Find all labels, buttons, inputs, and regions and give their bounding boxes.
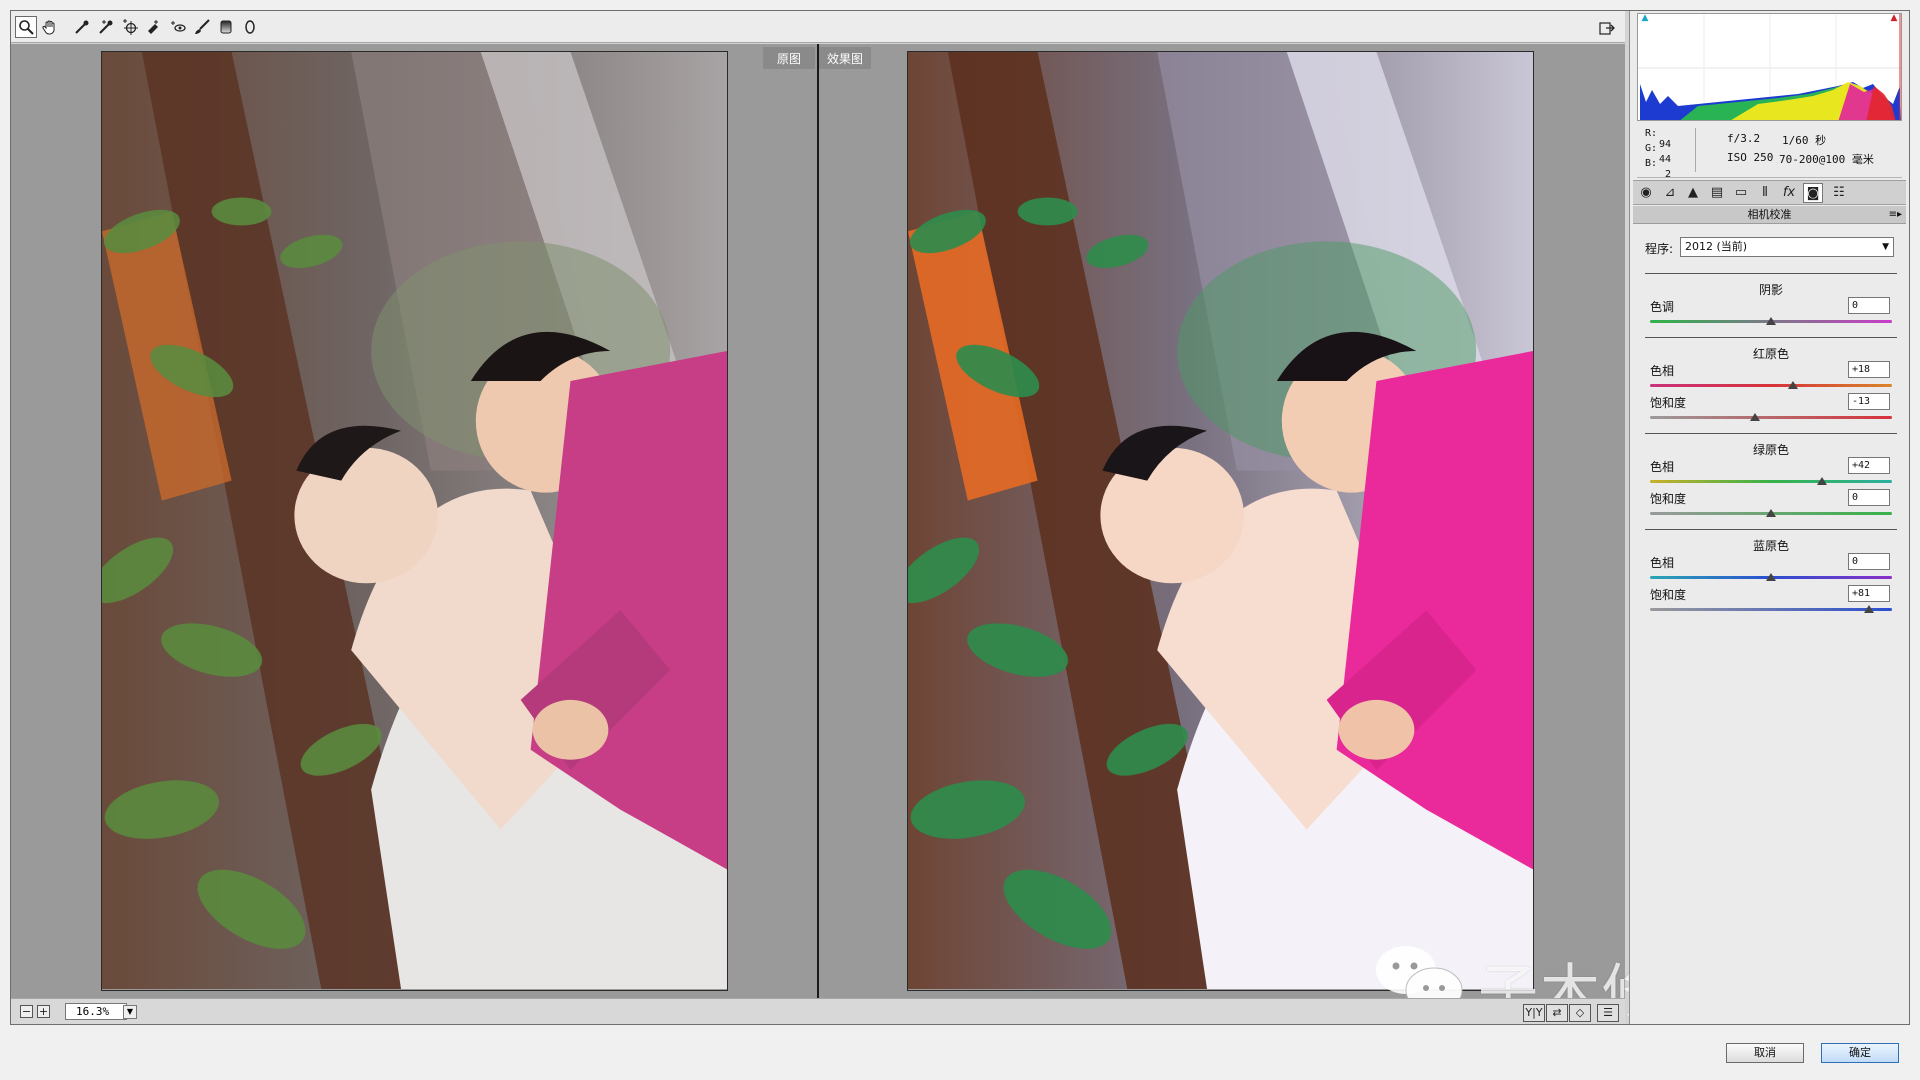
pixel-readout: R: 94 G: 44 B: 2 f/3.2 1/60 秒 ISO 250 70… [1637, 124, 1902, 180]
before-image[interactable] [101, 51, 728, 991]
zoom-out-button[interactable]: − [20, 1005, 33, 1018]
open-preferences-icon[interactable] [1596, 17, 1618, 39]
highlight-clipping-icon[interactable]: ▲ [1888, 13, 1900, 23]
red-hue-thumb[interactable] [1787, 381, 1798, 389]
section-header: 相机校准 ≡▸ [1633, 206, 1906, 224]
group-title-red-primary: 红原色 [1752, 347, 1789, 361]
spot-removal-icon[interactable] [167, 16, 189, 38]
blue-saturation-thumb[interactable] [1864, 605, 1874, 613]
red-saturation-slider[interactable] [1650, 416, 1892, 419]
blue-saturation-label: 饱和度 [1650, 588, 1687, 602]
tab-camera-calibration-icon[interactable]: ◙ [1803, 183, 1823, 203]
tab-hsl-icon[interactable]: ▤ [1707, 183, 1727, 203]
green-hue-label: 色相 [1650, 460, 1675, 474]
graduated-filter-icon[interactable] [215, 16, 237, 38]
separator [1645, 337, 1897, 338]
group-title-shadows: 阴影 [1758, 283, 1783, 297]
red-saturation-label: 饱和度 [1650, 396, 1687, 410]
g-label: G: [1645, 143, 1658, 154]
group-title-green-primary: 绿原色 [1752, 443, 1789, 457]
process-value: 2012 (当前) [1685, 240, 1748, 253]
toolbar [11, 11, 1625, 43]
zoom-in-button[interactable]: + [37, 1005, 50, 1018]
blue-hue-thumb[interactable] [1766, 573, 1776, 581]
tab-presets-icon[interactable]: ☷ [1829, 183, 1849, 203]
radial-filter-icon[interactable] [239, 16, 261, 38]
chevron-down-icon: ▼ [1882, 242, 1889, 252]
separator [1645, 433, 1897, 434]
shutter-value: 1/60 秒 [1782, 134, 1827, 147]
group-title-blue-primary: 蓝原色 [1752, 539, 1789, 553]
r-label: R: [1645, 128, 1658, 139]
red-saturation-thumb[interactable] [1750, 413, 1761, 421]
copy-settings-icon[interactable]: ◇ [1569, 1004, 1591, 1022]
tab-detail-icon[interactable]: ▲ [1683, 183, 1703, 203]
green-saturation-value[interactable]: 0 [1848, 489, 1890, 506]
process-label: 程序: [1645, 242, 1674, 256]
split-divider [817, 44, 819, 998]
section-title: 相机校准 [1747, 208, 1792, 221]
tab-tone-curve-icon[interactable]: ⊿ [1660, 183, 1680, 203]
cancel-button[interactable]: 取消 [1726, 1043, 1804, 1063]
tab-split-toning-icon[interactable]: ▭ [1731, 183, 1751, 203]
target-adjust-icon[interactable] [119, 16, 141, 38]
white-balance-icon[interactable] [71, 16, 93, 38]
preview-preferences-icon[interactable]: ☰ [1597, 1004, 1619, 1022]
shadows-tint-label: 色调 [1650, 300, 1675, 314]
hand-icon[interactable] [39, 16, 61, 38]
blue-hue-value[interactable]: 0 [1848, 553, 1890, 570]
color-sampler-icon[interactable] [95, 16, 117, 38]
view-mode-toggle-icon[interactable]: Y|Y [1523, 1004, 1545, 1022]
red-hue-slider[interactable] [1650, 384, 1892, 387]
after-label: 效果图 [819, 47, 871, 69]
after-image[interactable] [907, 51, 1534, 991]
blue-saturation-value[interactable]: +81 [1848, 585, 1890, 602]
histogram [1637, 13, 1902, 121]
zoom-icon[interactable] [15, 16, 37, 38]
red-hue-value[interactable]: +18 [1848, 361, 1890, 378]
lens-value: 70-200@100 毫米 [1779, 153, 1874, 166]
iso-value: ISO 250 [1727, 151, 1774, 164]
status-bar: − + 16.3% ▼ [11, 998, 1625, 1024]
swap-settings-icon[interactable]: ⇄ [1546, 1004, 1568, 1022]
shadows-tint-thumb[interactable] [1766, 317, 1776, 325]
tab-effects-icon[interactable]: fx [1779, 183, 1799, 203]
green-hue-thumb[interactable] [1816, 477, 1827, 485]
blue-saturation-slider[interactable] [1650, 608, 1892, 611]
zoom-level-field[interactable]: 16.3% [65, 1003, 127, 1020]
red-saturation-value[interactable]: -13 [1848, 393, 1890, 410]
green-saturation-thumb[interactable] [1766, 509, 1776, 517]
separator [1645, 529, 1897, 530]
red-hue-label: 色相 [1650, 364, 1675, 378]
zoom-dropdown-icon[interactable]: ▼ [123, 1005, 137, 1019]
green-hue-value[interactable]: +42 [1848, 457, 1890, 474]
blue-hue-label: 色相 [1650, 556, 1675, 570]
process-select[interactable]: 2012 (当前) ▼ [1680, 237, 1894, 257]
separator [1645, 273, 1897, 274]
crop-icon[interactable] [143, 16, 165, 38]
adjustment-brush-icon[interactable] [191, 16, 213, 38]
before-label: 原图 [763, 47, 815, 69]
green-hue-slider[interactable] [1650, 480, 1892, 483]
shadow-clipping-icon[interactable]: ▲ [1639, 13, 1651, 23]
ok-button[interactable]: 确定 [1821, 1043, 1899, 1063]
panel-tabs: ◉ ⊿ ▲ ▤ ▭ ⦀ fx ◙ ☷ [1633, 180, 1906, 205]
b-value: 2 [1665, 169, 1672, 180]
b-label: B: [1645, 158, 1658, 169]
panel-menu-icon[interactable]: ≡▸ [1889, 206, 1902, 224]
tab-basic-icon[interactable]: ◉ [1636, 183, 1656, 203]
tab-lens-corrections-icon[interactable]: ⦀ [1755, 183, 1775, 203]
shadows-tint-value[interactable]: 0 [1848, 297, 1890, 314]
aperture-value: f/3.2 [1727, 132, 1761, 145]
green-saturation-label: 饱和度 [1650, 492, 1687, 506]
